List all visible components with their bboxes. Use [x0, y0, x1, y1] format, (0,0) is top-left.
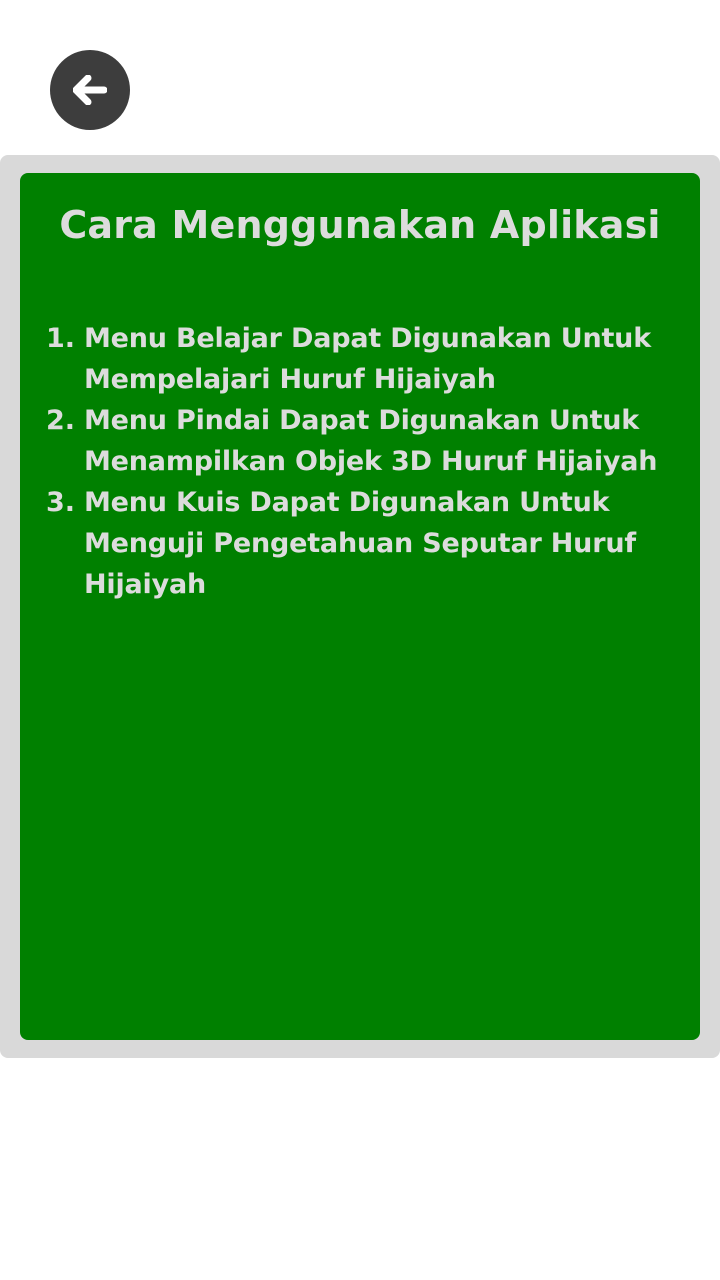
help-screen: Cara Menggunakan Aplikasi 1. Menu Belaja… — [0, 0, 720, 1280]
instruction-number: 2. — [46, 405, 76, 436]
instructions-panel-frame: Cara Menggunakan Aplikasi 1. Menu Belaja… — [0, 155, 720, 1058]
instruction-list: 1. Menu Belajar Dapat Digunakan Untuk Me… — [46, 318, 686, 605]
instruction-item-3: 3. Menu Kuis Dapat Digunakan Untuk Mengu… — [46, 482, 686, 605]
back-button[interactable] — [50, 50, 130, 130]
instruction-text: Menu Pindai Dapat Digunakan Untuk Menamp… — [84, 405, 658, 477]
instruction-text: Menu Belajar Dapat Digunakan Untuk Mempe… — [84, 323, 651, 395]
instructions-panel: Cara Menggunakan Aplikasi 1. Menu Belaja… — [20, 173, 700, 1040]
instruction-number: 1. — [46, 323, 76, 354]
instruction-item-2: 2. Menu Pindai Dapat Digunakan Untuk Men… — [46, 400, 686, 482]
instruction-text: Menu Kuis Dapat Digunakan Untuk Menguji … — [84, 487, 636, 600]
arrow-left-icon — [73, 75, 107, 105]
instruction-item-1: 1. Menu Belajar Dapat Digunakan Untuk Me… — [46, 318, 686, 400]
instruction-number: 3. — [46, 487, 76, 518]
panel-title: Cara Menggunakan Aplikasi — [59, 203, 661, 247]
